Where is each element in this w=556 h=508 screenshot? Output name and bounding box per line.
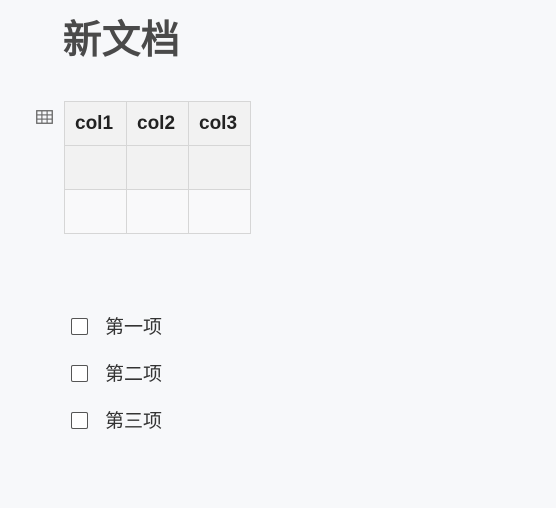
table-cell[interactable] xyxy=(64,189,127,234)
table-cell[interactable] xyxy=(188,189,251,234)
table-header-row: col1 col2 col3 xyxy=(64,101,251,146)
table-header-cell[interactable]: col2 xyxy=(126,101,189,146)
task-label[interactable]: 第一项 xyxy=(105,315,162,339)
page-title[interactable]: 新文档 xyxy=(63,14,180,68)
table-row xyxy=(64,145,251,190)
task-checkbox[interactable] xyxy=(71,365,88,382)
task-label[interactable]: 第二项 xyxy=(105,362,162,386)
table-grid-icon[interactable] xyxy=(36,110,53,124)
table-cell[interactable] xyxy=(126,189,189,234)
task-checkbox[interactable] xyxy=(71,318,88,335)
task-checkbox[interactable] xyxy=(71,412,88,429)
table-row xyxy=(64,189,251,234)
task-list: 第一项 第二项 第三项 xyxy=(71,303,162,444)
task-label[interactable]: 第三项 xyxy=(105,409,162,433)
task-item: 第二项 xyxy=(71,350,162,397)
table-cell[interactable] xyxy=(188,145,251,190)
document-table: col1 col2 col3 xyxy=(64,101,251,234)
table-header-cell[interactable]: col1 xyxy=(64,101,127,146)
task-item: 第三项 xyxy=(71,397,162,444)
table-header-cell[interactable]: col3 xyxy=(188,101,251,146)
table-cell[interactable] xyxy=(126,145,189,190)
task-item: 第一项 xyxy=(71,303,162,350)
table-cell[interactable] xyxy=(64,145,127,190)
